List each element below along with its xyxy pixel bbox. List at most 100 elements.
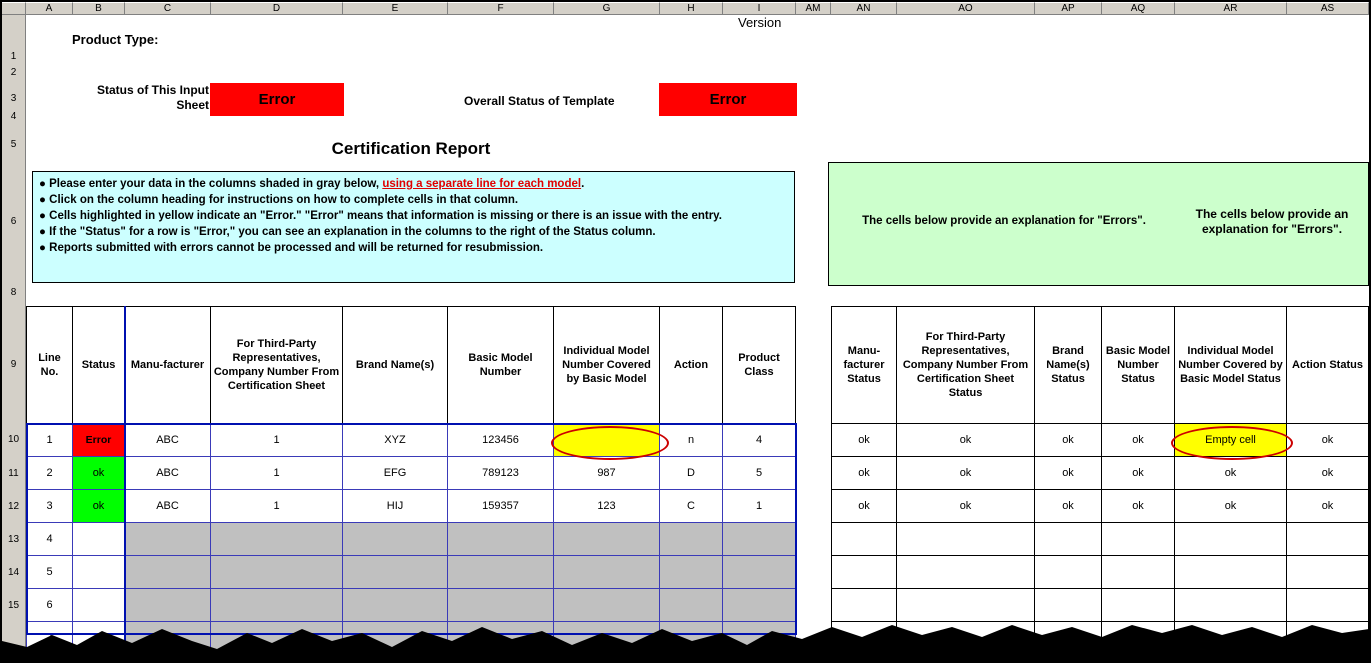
- table-cell[interactable]: [723, 523, 796, 556]
- table-cell[interactable]: [660, 523, 723, 556]
- table-cell[interactable]: [343, 523, 448, 556]
- row-header[interactable]: 3: [2, 92, 25, 106]
- table-cell[interactable]: [448, 589, 554, 622]
- column-letter[interactable]: C: [125, 2, 211, 15]
- column-header[interactable]: Individual Model Number Covered by Basic…: [1175, 306, 1287, 424]
- table-cell[interactable]: 1: [723, 490, 796, 523]
- table-cell[interactable]: [554, 556, 660, 589]
- table-cell[interactable]: [897, 556, 1035, 589]
- table-cell[interactable]: n: [660, 424, 723, 457]
- table-cell[interactable]: [1175, 523, 1287, 556]
- table-cell[interactable]: 2: [26, 457, 73, 490]
- row-header[interactable]: 15: [2, 599, 25, 613]
- status-badge[interactable]: ok: [73, 457, 125, 490]
- table-cell[interactable]: [343, 589, 448, 622]
- row-header[interactable]: 2: [2, 66, 25, 80]
- table-cell[interactable]: HIJ: [343, 490, 448, 523]
- table-cell[interactable]: [1287, 589, 1369, 622]
- table-cell[interactable]: ok: [897, 490, 1035, 523]
- row-header[interactable]: 13: [2, 533, 25, 547]
- table-cell[interactable]: [1287, 556, 1369, 589]
- row-header[interactable]: 8: [2, 286, 25, 300]
- table-cell[interactable]: ok: [1035, 490, 1102, 523]
- row-header[interactable]: 12: [2, 500, 25, 514]
- table-cell[interactable]: [448, 556, 554, 589]
- table-cell[interactable]: 1: [211, 490, 343, 523]
- table-cell[interactable]: [211, 556, 343, 589]
- table-cell[interactable]: [73, 523, 125, 556]
- table-cell[interactable]: [831, 523, 897, 556]
- table-cell[interactable]: 987: [554, 457, 660, 490]
- table-cell[interactable]: 5: [723, 457, 796, 490]
- column-letter[interactable]: F: [448, 2, 554, 15]
- column-header[interactable]: Basic Model Number Status: [1102, 306, 1175, 424]
- table-cell[interactable]: ok: [897, 424, 1035, 457]
- table-cell[interactable]: ok: [831, 424, 897, 457]
- table-cell[interactable]: [125, 589, 211, 622]
- table-cell[interactable]: [660, 589, 723, 622]
- column-header[interactable]: Brand Name(s) Status: [1035, 306, 1102, 424]
- column-letter[interactable]: AO: [897, 2, 1035, 15]
- table-cell[interactable]: [1035, 556, 1102, 589]
- table-cell[interactable]: ok: [1102, 457, 1175, 490]
- table-cell[interactable]: [554, 589, 660, 622]
- table-cell[interactable]: ok: [831, 490, 897, 523]
- row-header[interactable]: 11: [2, 467, 25, 481]
- column-header[interactable]: Manu-facturer Status: [831, 306, 897, 424]
- table-cell[interactable]: [723, 556, 796, 589]
- table-cell[interactable]: ok: [1175, 457, 1287, 490]
- column-letter[interactable]: B: [73, 2, 125, 15]
- column-letter[interactable]: D: [211, 2, 343, 15]
- table-cell[interactable]: ABC: [125, 490, 211, 523]
- table-cell[interactable]: [1175, 589, 1287, 622]
- table-cell[interactable]: C: [660, 490, 723, 523]
- column-header[interactable]: Individual Model Number Covered by Basic…: [554, 306, 660, 424]
- column-letter[interactable]: E: [343, 2, 448, 15]
- table-cell[interactable]: [448, 523, 554, 556]
- table-cell[interactable]: 1: [211, 424, 343, 457]
- table-cell[interactable]: ok: [1175, 490, 1287, 523]
- table-cell[interactable]: ABC: [125, 424, 211, 457]
- table-cell[interactable]: [1102, 556, 1175, 589]
- table-cell[interactable]: ok: [1102, 424, 1175, 457]
- error-highlighted-cell[interactable]: [554, 424, 660, 457]
- table-cell[interactable]: [1035, 523, 1102, 556]
- column-header[interactable]: Basic Model Number: [448, 306, 554, 424]
- column-header[interactable]: Product Class: [723, 306, 796, 424]
- column-header[interactable]: Line No.: [26, 306, 73, 424]
- table-cell[interactable]: 123456: [448, 424, 554, 457]
- table-cell[interactable]: ok: [1035, 424, 1102, 457]
- row-header[interactable]: 10: [2, 433, 25, 447]
- row-header[interactable]: 9: [2, 358, 25, 372]
- table-cell[interactable]: 5: [26, 556, 73, 589]
- table-cell[interactable]: [831, 589, 897, 622]
- row-header[interactable]: 4: [2, 110, 25, 124]
- table-cell[interactable]: [1102, 589, 1175, 622]
- table-cell[interactable]: XYZ: [343, 424, 448, 457]
- table-cell[interactable]: [660, 556, 723, 589]
- table-cell[interactable]: 3: [26, 490, 73, 523]
- column-header[interactable]: Action Status: [1287, 306, 1369, 424]
- status-badge[interactable]: ok: [73, 490, 125, 523]
- column-letter[interactable]: H: [660, 2, 723, 15]
- column-letter[interactable]: AS: [1287, 2, 1369, 15]
- status-badge[interactable]: Error: [73, 424, 125, 457]
- row-header[interactable]: 1: [2, 50, 25, 64]
- table-cell[interactable]: [1175, 556, 1287, 589]
- column-letter[interactable]: G: [554, 2, 660, 15]
- table-cell[interactable]: [125, 556, 211, 589]
- table-cell[interactable]: [1102, 523, 1175, 556]
- column-letter[interactable]: A: [26, 2, 73, 15]
- table-cell[interactable]: ok: [1287, 490, 1369, 523]
- table-cell[interactable]: [1035, 589, 1102, 622]
- table-cell[interactable]: [73, 556, 125, 589]
- column-header[interactable]: For Third-Party Representatives, Company…: [897, 306, 1035, 424]
- column-letter[interactable]: AP: [1035, 2, 1102, 15]
- table-cell[interactable]: 1: [26, 424, 73, 457]
- table-cell[interactable]: ok: [1287, 457, 1369, 490]
- table-cell[interactable]: [1287, 523, 1369, 556]
- table-cell[interactable]: ok: [1035, 457, 1102, 490]
- table-cell[interactable]: 123: [554, 490, 660, 523]
- table-cell[interactable]: 6: [26, 589, 73, 622]
- column-letter[interactable]: AQ: [1102, 2, 1175, 15]
